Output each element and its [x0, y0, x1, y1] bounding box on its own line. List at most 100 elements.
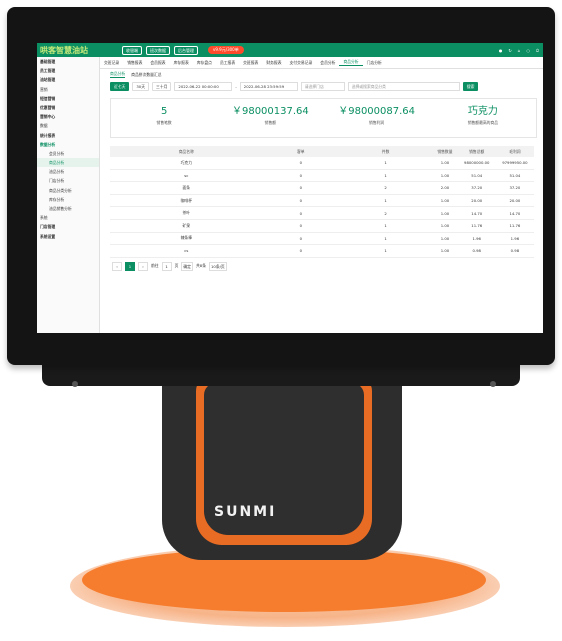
col-product-name[interactable]: 商品名称 — [110, 146, 263, 157]
page-size-select[interactable]: 10条/页 — [209, 261, 227, 271]
tab[interactable]: 库存报表 — [170, 60, 193, 66]
sidebar-item[interactable]: 短信营销 — [37, 94, 99, 103]
promo-badge[interactable]: v9.9元/300单 — [208, 46, 244, 54]
tab[interactable]: 会员报表 — [146, 60, 169, 66]
admin-button[interactable]: 后台管理 — [174, 45, 198, 55]
stat-order-count: 5 销售笔数 — [111, 99, 217, 137]
table-cell: 97999950.00 — [495, 157, 534, 170]
sidebar-item[interactable]: 基础管理 — [37, 57, 99, 66]
table-cell: 1 — [338, 194, 433, 208]
table-cell: 1 — [338, 157, 433, 170]
table-row[interactable]: 矿泉 0 1 1.00 11.76 11.76 — [110, 219, 534, 233]
page-current[interactable]: 1 — [125, 261, 135, 271]
table-cell: 20.00 — [495, 194, 534, 208]
table-cell: 0 — [262, 194, 339, 208]
col-qty[interactable]: 销售数量 — [432, 146, 458, 157]
sidebar-item[interactable]: 油品分析 — [37, 167, 99, 176]
stat-value: 巧克力 — [467, 106, 498, 117]
table-cell: 1.00 — [432, 206, 458, 220]
period-7days-button[interactable]: 近七天 — [110, 81, 130, 91]
table-cell: 2.00 — [432, 181, 458, 195]
sidebar-item[interactable]: 库存分析 — [37, 195, 99, 204]
tab[interactable]: 会员分析 — [316, 60, 339, 66]
table-cell: 巧克力 — [110, 157, 263, 170]
pagination: ‹ 1 › 前往 1 页 确定 共8条 10条/页 — [112, 261, 543, 271]
sidebar: 基础管理 员工管理 油站管理 营销 短信营销 优惠营销 营销中心 数据 统计报表 数据分析 会员分析… — [37, 57, 100, 333]
prev-page-icon[interactable]: ‹ — [112, 261, 122, 271]
table-row[interactable]: 辣条棒 0 1 1.00 1.96 1.96 — [110, 232, 534, 246]
subtab-product-summary[interactable]: 商品拼次数量汇总 — [131, 72, 161, 78]
tab[interactable]: 交班报表 — [239, 60, 262, 66]
col-items[interactable]: 件数 — [338, 146, 433, 157]
tab[interactable]: 销售报表 — [123, 60, 146, 66]
tab[interactable]: 交班记录 — [100, 60, 123, 66]
header-icons: ● ↻ ⌂ ○ ⏻ — [499, 48, 543, 53]
table-row[interactable]: 巧克力 0 1 1.00 98000000.00 97999950.00 — [110, 157, 534, 170]
table-row[interactable]: 面条 0 2 2.00 37.20 37.20 — [110, 181, 534, 195]
table-cell: 0 — [262, 244, 339, 258]
table-cell: 11.76 — [457, 219, 496, 233]
subtab-product-analysis[interactable]: 商品分析 — [110, 71, 126, 78]
sidebar-item[interactable]: 数据分析 — [37, 140, 99, 149]
table-cell: 0.98 — [457, 244, 496, 258]
home-icon[interactable]: ⌂ — [518, 48, 521, 53]
tab[interactable]: 支付交易记录 — [286, 60, 317, 66]
tab[interactable]: 商品分析 — [339, 59, 363, 66]
sidebar-item[interactable]: 门店管理 — [37, 222, 99, 231]
power-icon[interactable]: ⏻ — [536, 48, 539, 53]
stats-panel: 5 销售笔数 ￥98000137.64 销售额 ￥98000087.64 销售利… — [110, 98, 537, 138]
tab[interactable]: 库存盘点 — [193, 60, 216, 66]
table-cell: 20.00 — [457, 194, 496, 208]
filter-bar: 近七天 30天 三十月 2022-06-22 00:00:00 - 2022-0… — [100, 80, 543, 92]
tab[interactable]: 财务报表 — [262, 60, 285, 66]
goto-confirm-button[interactable]: 确定 — [181, 261, 193, 271]
stat-label: 销售额 — [264, 120, 277, 125]
col-total[interactable]: 销售总额 — [457, 146, 496, 157]
sidebar-item[interactable]: 营销中心 — [37, 112, 99, 121]
sidebar-item[interactable]: 商品分类分析 — [37, 186, 99, 195]
tab[interactable]: 门店分析 — [363, 60, 386, 66]
col-orders[interactable]: 客单 — [262, 146, 339, 157]
refresh-icon[interactable]: ↻ — [508, 48, 511, 53]
store-select[interactable]: 请选择门店 — [300, 81, 345, 91]
cashier-button[interactable]: 收银端 — [122, 45, 142, 55]
stat-value: ￥98000087.64 — [338, 106, 416, 117]
sidebar-item[interactable]: 门店分析 — [37, 176, 99, 185]
sidebar-item[interactable]: 员工管理 — [37, 66, 99, 75]
start-date-input[interactable]: 2022-06-22 00:00:00 — [174, 81, 233, 91]
shift-data-button[interactable]: 班次数据 — [146, 45, 170, 55]
period-30days-button[interactable]: 30天 — [132, 81, 150, 91]
goto-label: 前往 — [151, 263, 159, 269]
search-button[interactable]: 搜索 — [462, 81, 479, 91]
sidebar-item[interactable]: 商品分析 — [37, 158, 99, 168]
user-icon[interactable]: ● — [499, 48, 503, 53]
table-cell: 1.00 — [432, 194, 458, 208]
table-cell: 2 — [338, 206, 433, 220]
table-cell: 1 — [338, 219, 433, 233]
category-select[interactable]: 选择或搜索商品分类 — [347, 81, 460, 91]
sidebar-item[interactable]: 优惠营销 — [37, 103, 99, 112]
table-row[interactable]: 茶叶 0 2 1.00 14.70 14.70 — [110, 206, 534, 220]
screw-left — [72, 381, 78, 387]
bell-icon[interactable]: ○ — [526, 48, 530, 53]
table-row[interactable]: 咖啡杯 0 1 1.00 20.00 20.00 — [110, 194, 534, 208]
sidebar-item[interactable]: 油品销售分析 — [37, 204, 99, 213]
sidebar-item[interactable]: 系统设置 — [37, 232, 99, 241]
table-cell: 辣条棒 — [110, 232, 263, 246]
period-month-button[interactable]: 三十月 — [152, 81, 172, 91]
sidebar-item[interactable]: 统计报表 — [37, 131, 99, 140]
end-date-input[interactable]: 2022-06-28 23:59:59 — [239, 81, 298, 91]
table-row[interactable]: cs 0 1 1.00 0.98 0.98 — [110, 244, 534, 258]
table-cell: cs — [110, 244, 263, 258]
sidebar-item: 营销 — [40, 86, 48, 92]
tab[interactable]: 员工报表 — [216, 60, 239, 66]
goto-page-input[interactable]: 1 — [161, 261, 172, 271]
col-profit[interactable]: 毛利润 — [495, 146, 534, 157]
table-row[interactable]: sc 0 1 1.00 51.04 51.04 — [110, 169, 534, 183]
sidebar-item[interactable]: 会员分析 — [37, 149, 99, 158]
table-body: 巧克力 0 1 1.00 98000000.00 97999950.00 sc 0 1 1.00 5… — [110, 157, 534, 258]
sidebar-item[interactable]: 油站管理 — [37, 75, 99, 84]
table-cell: 1 — [338, 232, 433, 246]
next-page-icon[interactable]: › — [138, 261, 148, 271]
table-cell: 咖啡杯 — [110, 194, 263, 208]
